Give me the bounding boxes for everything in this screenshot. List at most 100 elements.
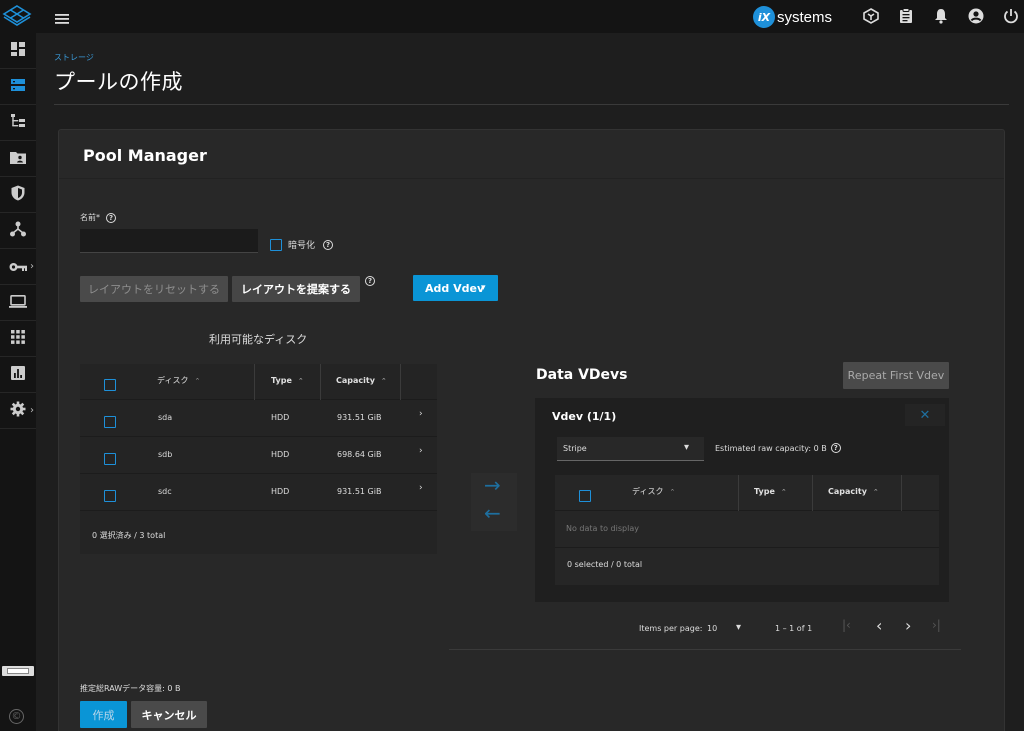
sidebar-item-reporting[interactable]	[0, 357, 36, 393]
pool-manager-card: Pool Manager 名前* ? 暗号化 ? レイアウトをリセットする レイ…	[58, 129, 1005, 731]
table-row[interactable]: sdb HDD 698.64 GiB ›	[80, 438, 437, 474]
vdev-disks-table: ディスク ⌃ Type ⌃ Capacity ⌃ No data to display…	[555, 475, 939, 585]
row-checkbox[interactable]	[104, 490, 116, 502]
column-header-capacity[interactable]: Capacity ⌃	[828, 487, 879, 496]
encrypt-label: 暗号化	[288, 241, 316, 251]
sort-icon: ⌃	[872, 488, 879, 496]
add-vdev-button[interactable]: Add Vdev ▾	[413, 275, 498, 301]
sidebar-item-directory[interactable]	[0, 141, 36, 177]
expand-chevron-icon[interactable]: ›	[419, 446, 423, 456]
no-data-text: No data to display	[566, 524, 639, 533]
disk-capacity: 698.64 GiB	[337, 450, 382, 459]
caret-down-icon: ▾	[481, 283, 486, 293]
disk-capacity: 931.51 GiB	[337, 487, 382, 496]
sort-icon: ⌃	[669, 488, 676, 496]
page-title: プールの作成	[54, 70, 183, 94]
sidebar-item-virtualization[interactable]	[0, 285, 36, 321]
column-header-type[interactable]: Type ⌃	[754, 487, 787, 496]
brand-text: systems	[777, 8, 833, 26]
sidebar-item-storage[interactable]	[0, 69, 36, 105]
bell-icon[interactable]	[934, 8, 948, 28]
expand-chevron-icon[interactable]: ›	[419, 483, 423, 493]
reporting-icon	[11, 365, 25, 384]
card-title: Pool Manager	[83, 146, 207, 165]
name-label: 名前*	[80, 213, 100, 222]
shield-icon	[11, 185, 25, 205]
add-vdev-label: Add Vdev	[425, 281, 485, 295]
prev-page-icon[interactable]: ‹	[876, 616, 882, 635]
sidebar-item-dashboard[interactable]	[0, 33, 36, 69]
create-button[interactable]: 作成	[80, 701, 127, 728]
table-row[interactable]: sdc HDD 931.51 GiB ›	[80, 475, 437, 511]
estimated-raw-capacity: Estimated raw capacity: 0 B	[715, 443, 827, 453]
column-header-disk[interactable]: ディスク ⌃	[157, 375, 200, 386]
column-header-type[interactable]: Type ⌃	[271, 376, 304, 385]
truenas-logo-icon[interactable]	[2, 4, 32, 32]
sidebar-item-apps[interactable]	[0, 321, 36, 357]
expand-chevron-icon[interactable]: ›	[419, 409, 423, 419]
row-checkbox[interactable]	[104, 416, 116, 428]
help-icon[interactable]: ?	[830, 443, 841, 453]
items-per-page-select[interactable]: 10 ▾	[706, 618, 752, 640]
help-icon[interactable]: ?	[106, 212, 116, 223]
gear-icon	[10, 401, 26, 421]
sidebar-item-system[interactable]: ›	[0, 393, 36, 429]
disk-type: HDD	[271, 413, 290, 422]
reset-layout-button[interactable]: レイアウトをリセットする	[80, 276, 228, 302]
column-header-disk[interactable]: ディスク ⌃	[632, 486, 675, 497]
next-page-icon[interactable]: ›	[905, 616, 911, 635]
table-header	[555, 475, 939, 511]
move-left-arrow-icon[interactable]: ←	[484, 501, 501, 525]
help-icon[interactable]: ?	[323, 239, 334, 250]
vdev-title: Vdev (1/1)	[552, 410, 617, 423]
pool-name-input[interactable]	[80, 229, 258, 253]
chevron-right-icon: ›	[30, 261, 34, 272]
sort-icon: ⌃	[297, 377, 304, 385]
encrypt-checkbox[interactable]	[270, 238, 282, 251]
sidebar-item-network[interactable]	[0, 213, 36, 249]
power-icon[interactable]	[1003, 8, 1019, 28]
last-page-icon[interactable]: ›|	[932, 618, 941, 632]
sidebar-horizontal-scrollbar[interactable]	[2, 666, 34, 676]
vdev-selection-summary: 0 selected / 0 total	[567, 560, 643, 569]
account-icon[interactable]	[968, 8, 984, 28]
data-vdevs-title: Data VDevs	[536, 367, 628, 383]
top-bar: iX systems	[0, 0, 1024, 33]
sharing-tree-icon	[11, 113, 25, 132]
vdev-layout-value: Stripe	[563, 444, 587, 453]
empty-row: No data to display	[555, 512, 939, 548]
truecommand-icon[interactable]	[863, 8, 879, 28]
sidebar-item-credentials[interactable]: ›	[0, 249, 36, 285]
sidebar-item-security[interactable]	[0, 177, 36, 213]
move-right-arrow-icon[interactable]: →	[484, 473, 501, 497]
close-vdev-icon[interactable]: ✕	[905, 404, 945, 426]
table-row[interactable]: sda HDD 931.51 GiB ›	[80, 401, 437, 437]
breadcrumb[interactable]: ストレージ	[54, 52, 94, 63]
apps-grid-icon	[11, 329, 25, 348]
chevron-right-icon: ›	[30, 405, 34, 416]
items-per-page-label: Items per page:	[639, 624, 703, 633]
dashboard-icon	[11, 41, 25, 60]
menu-icon[interactable]	[55, 10, 69, 29]
vdev-layout-select[interactable]: Stripe ▾	[557, 437, 704, 461]
sidebar: › › ©	[0, 33, 36, 731]
column-header-capacity[interactable]: Capacity ⌃	[336, 376, 387, 385]
encrypt-row: 暗号化 ?	[270, 238, 334, 251]
suggest-layout-button[interactable]: レイアウトを提案する	[232, 276, 360, 302]
select-all-checkbox[interactable]	[579, 490, 591, 502]
sort-icon: ⌃	[780, 488, 787, 496]
sort-icon: ⌃	[380, 377, 387, 385]
divider	[54, 104, 1009, 105]
clipboard-icon[interactable]	[899, 8, 913, 28]
row-checkbox[interactable]	[104, 453, 116, 465]
cancel-button[interactable]: キャンセル	[131, 701, 207, 728]
storage-icon	[11, 77, 25, 96]
estimated-total-capacity: 推定総RAWデータ容量: 0 B	[80, 684, 181, 693]
first-page-icon[interactable]: |‹	[842, 618, 851, 632]
repeat-first-vdev-button[interactable]: Repeat First Vdev	[843, 362, 949, 389]
sidebar-item-sharing[interactable]	[0, 105, 36, 141]
ix-mark: iX	[753, 6, 775, 28]
select-all-checkbox[interactable]	[104, 379, 116, 391]
help-icon[interactable]: ?	[365, 276, 375, 286]
pagination-range: 1 – 1 of 1	[775, 624, 813, 633]
